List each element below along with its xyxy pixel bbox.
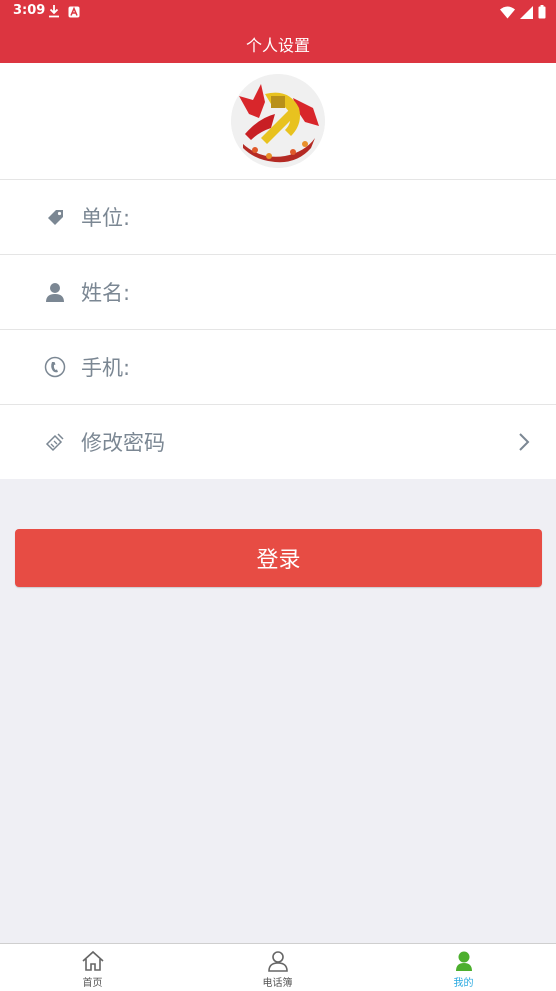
chevron-right-icon	[516, 431, 532, 453]
info-row-unit[interactable]: 单位:	[0, 180, 556, 255]
signal-icon	[520, 4, 533, 23]
info-list: 单位: 姓名: 手机: 修改密码	[0, 180, 556, 479]
app-bar: 个人设置	[0, 24, 556, 63]
status-left-icons	[48, 3, 80, 22]
profile-icon	[452, 949, 476, 973]
tab-profile[interactable]: 我的	[371, 944, 556, 991]
status-bar: 3:09	[0, 0, 556, 24]
page-title: 个人设置	[245, 36, 310, 55]
change-password-label: 修改密码	[81, 431, 165, 455]
info-row-change-password[interactable]: 修改密码	[0, 405, 556, 479]
avatar-section	[0, 63, 556, 180]
login-button[interactable]: 登录	[15, 529, 542, 587]
edit-password-icon	[44, 431, 66, 453]
person-icon	[44, 281, 66, 303]
phone-label: 手机:	[81, 356, 131, 380]
tab-profile-label: 我的	[453, 978, 474, 989]
wifi-icon	[500, 4, 515, 23]
info-row-name[interactable]: 姓名:	[0, 255, 556, 330]
battery-icon	[538, 4, 546, 23]
download-icon	[48, 3, 60, 22]
avatar[interactable]	[231, 74, 325, 168]
tab-home[interactable]: 首页	[0, 944, 185, 991]
tag-icon	[44, 206, 66, 228]
status-time: 3:09	[13, 3, 46, 18]
tab-home-label: 首页	[82, 978, 103, 989]
tab-contacts[interactable]: 电话簿	[185, 944, 370, 991]
name-label: 姓名:	[81, 281, 131, 305]
tab-bar: 首页 电话簿 我的	[0, 943, 556, 991]
contacts-icon	[266, 949, 290, 973]
home-icon	[81, 949, 105, 973]
party-emblem-icon	[231, 74, 325, 168]
a-badge-icon	[68, 3, 80, 22]
tab-contacts-label: 电话簿	[262, 978, 293, 989]
phone-icon	[44, 356, 66, 378]
unit-label: 单位:	[81, 206, 131, 230]
info-row-phone[interactable]: 手机:	[0, 330, 556, 405]
status-right-icons	[500, 4, 546, 23]
